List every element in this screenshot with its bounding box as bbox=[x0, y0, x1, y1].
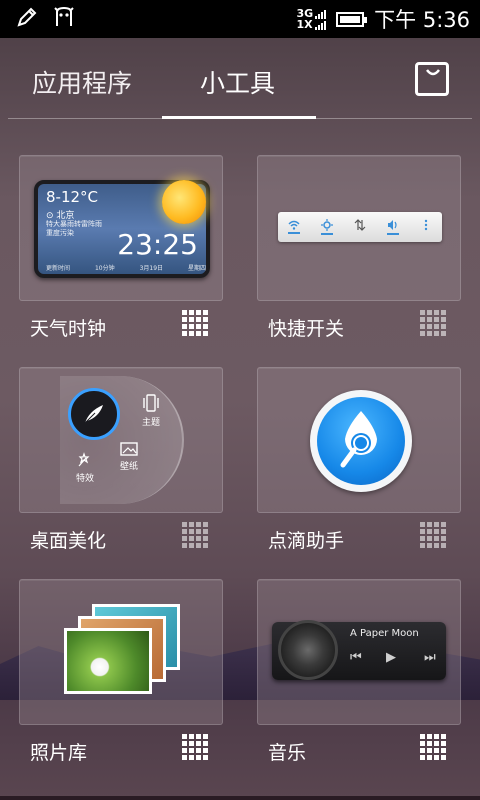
weather-temperature: 8-12°C bbox=[46, 188, 99, 206]
magnifier-drop-icon bbox=[340, 411, 377, 468]
status-clock: 下午 5:36 bbox=[374, 8, 470, 32]
status-bar: 3G 1X 下午 5:36 bbox=[0, 0, 480, 38]
wallpaper-option-label: 壁纸 bbox=[120, 462, 139, 472]
sun-icon bbox=[162, 180, 206, 224]
widget-size-grid-icon bbox=[420, 522, 446, 548]
tab-widgets[interactable]: 小工具 bbox=[200, 64, 275, 100]
data-transfer-icon bbox=[354, 219, 366, 235]
wallpaper-option: 壁纸 bbox=[120, 442, 138, 472]
tab-bar: 应用程序 小工具 bbox=[0, 38, 480, 119]
widget-card-weather-clock[interactable]: 8-12°C ⊙ 北京 特大暴雨转雷阵雨 重度污染 23:25 更新时间 10分… bbox=[19, 155, 223, 301]
previous-icon: ⏮ bbox=[350, 650, 362, 665]
effects-icon bbox=[78, 452, 90, 467]
widget-label-weather-clock: 天气时钟 bbox=[30, 318, 107, 340]
weather-forecast-line: 特大暴雨转雷阵雨 bbox=[46, 220, 102, 228]
theme-icon bbox=[143, 394, 159, 412]
widget-card-drip-assistant[interactable] bbox=[257, 367, 461, 513]
widget-size-grid-icon bbox=[182, 734, 208, 760]
sound-icon bbox=[386, 219, 399, 235]
shopping-bag-icon bbox=[426, 69, 440, 76]
quick-switch-preview bbox=[278, 212, 442, 242]
weather-footer-text: 更新时间 bbox=[46, 265, 71, 272]
effects-option-label: 特效 bbox=[76, 474, 95, 484]
widget-label-desktop-beautify: 桌面美化 bbox=[30, 530, 107, 552]
wifi-icon bbox=[288, 220, 301, 234]
next-icon: ⏭ bbox=[424, 650, 436, 665]
music-player-preview: A Paper Moon ⏮ ▶ ⏭ bbox=[272, 620, 446, 680]
album-art bbox=[278, 620, 338, 680]
wallpaper-icon bbox=[120, 442, 138, 456]
weather-clock-preview: 8-12°C ⊙ 北京 特大暴雨转雷阵雨 重度污染 23:25 更新时间 10分… bbox=[34, 180, 210, 278]
song-title: A Paper Moon bbox=[350, 628, 419, 639]
usb-debug-icon bbox=[52, 6, 76, 32]
weather-footer-text: 3月19日 bbox=[139, 265, 164, 272]
widget-label-photo-gallery: 照片库 bbox=[30, 742, 88, 764]
signal-indicator: 3G 1X bbox=[296, 8, 327, 31]
network-type-bottom: 1X bbox=[296, 18, 313, 31]
edit-icon bbox=[16, 6, 38, 32]
bottom-edge bbox=[0, 796, 480, 800]
widget-size-grid-icon bbox=[420, 310, 446, 336]
weather-footer-text: 星期四 bbox=[187, 265, 206, 272]
play-icon: ▶ bbox=[386, 650, 396, 665]
photo-stack-front bbox=[64, 628, 152, 694]
weather-forecast-line: 重度污染 bbox=[46, 229, 74, 237]
widget-size-grid-icon bbox=[182, 522, 208, 548]
widget-size-grid-icon bbox=[182, 310, 208, 336]
weather-footer-text: 10分钟 bbox=[94, 265, 115, 272]
widget-label-drip-assistant: 点滴助手 bbox=[268, 530, 345, 552]
widget-card-quick-switch[interactable] bbox=[257, 155, 461, 301]
drip-assistant-icon bbox=[310, 390, 412, 492]
widget-card-desktop-beautify[interactable]: 主题 壁纸 特效 bbox=[19, 367, 223, 513]
theme-option: 主题 bbox=[142, 394, 160, 428]
widget-size-grid-icon bbox=[420, 734, 446, 760]
weather-forecast: 特大暴雨转雷阵雨 重度污染 bbox=[46, 220, 102, 238]
brightness-icon bbox=[321, 219, 334, 235]
widget-card-music[interactable]: A Paper Moon ⏮ ▶ ⏭ bbox=[257, 579, 461, 725]
weather-time: 23:25 bbox=[117, 228, 198, 261]
store-button[interactable] bbox=[415, 62, 449, 96]
widget-label-quick-switch: 快捷开关 bbox=[268, 318, 345, 340]
tab-apps[interactable]: 应用程序 bbox=[32, 64, 132, 100]
tab-divider bbox=[8, 118, 472, 119]
effects-option: 特效 bbox=[76, 452, 94, 484]
weather-footer: 更新时间 10分钟 3月19日 星期四 bbox=[46, 263, 206, 272]
theme-option-label: 主题 bbox=[142, 418, 161, 428]
feather-icon bbox=[68, 388, 120, 440]
battery-icon bbox=[336, 11, 368, 27]
widget-label-music: 音乐 bbox=[268, 742, 307, 764]
widget-card-photo-gallery[interactable] bbox=[19, 579, 223, 725]
more-icon bbox=[420, 219, 432, 235]
